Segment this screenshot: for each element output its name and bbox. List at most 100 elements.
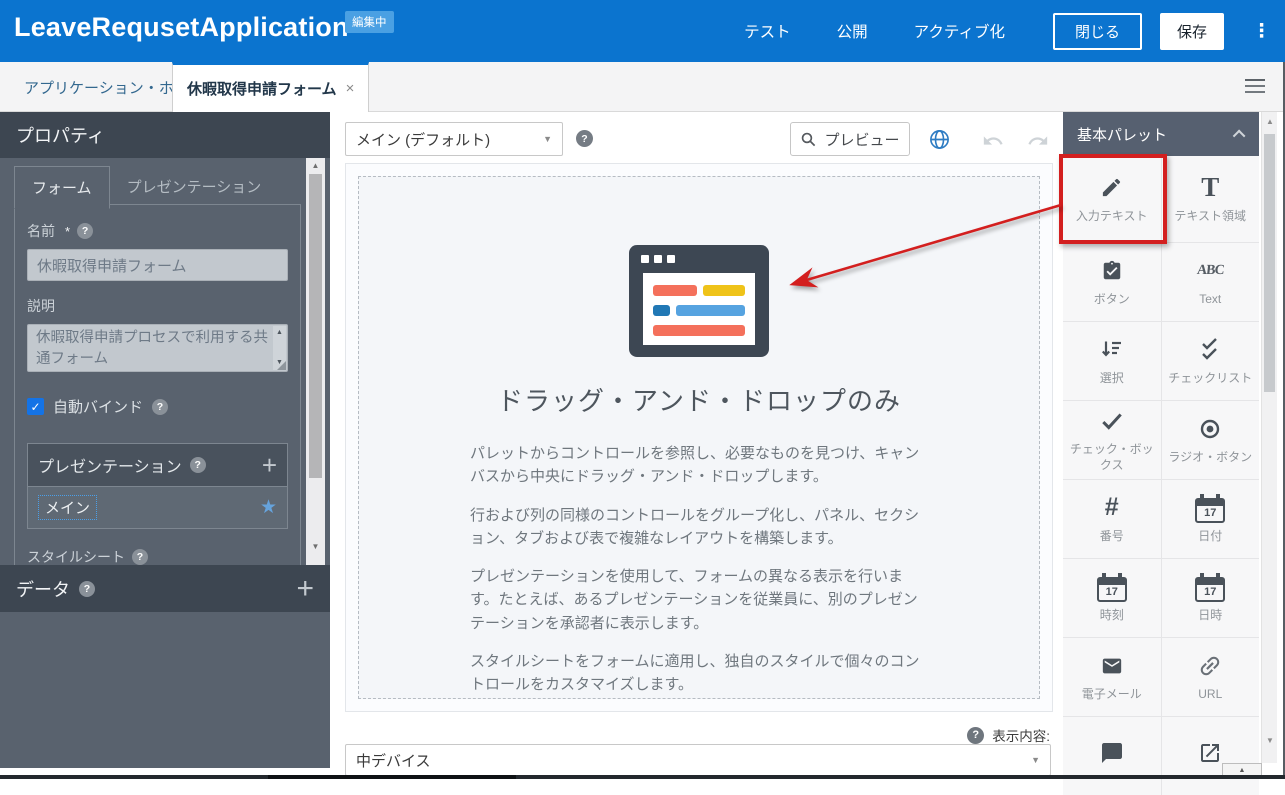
palette-item-input-text[interactable]: 入力テキスト <box>1063 156 1161 242</box>
empty-state-paragraph: 行および列の同様のコントロールをグループ化し、パネル、セクション、タブおよび表で… <box>470 504 928 551</box>
url-icon <box>1197 652 1223 680</box>
presentation-section-title: プレゼンテーション <box>38 453 182 477</box>
tab-label: 休暇取得申請フォーム <box>187 78 337 99</box>
palette-item-label: ボタン <box>1090 292 1134 308</box>
browser-window-icon <box>629 245 769 357</box>
props-tab-presentation[interactable]: プレゼンテーション <box>110 166 279 208</box>
props-tab-form[interactable]: フォーム <box>14 166 110 209</box>
palette-item-label: Text <box>1195 292 1225 308</box>
data-section-body <box>0 612 330 768</box>
palette-item-datetime[interactable]: 17 日時 <box>1162 559 1260 637</box>
checkbox-check-icon <box>1099 407 1125 435</box>
palette-item-checklist[interactable]: チェックリスト <box>1162 322 1260 400</box>
calendar-icon: 17 <box>1097 577 1127 602</box>
palette-item-checkbox[interactable]: チェック・ボックス <box>1063 401 1161 479</box>
scroll-down-icon[interactable]: ▼ <box>306 542 325 551</box>
palette-scrollbar[interactable]: ▲ ▼ <box>1261 112 1277 763</box>
empty-state-heading: ドラッグ・アンド・ドロップのみ <box>359 381 1039 418</box>
help-icon[interactable]: ? <box>190 457 206 473</box>
tab-menu-icon[interactable] <box>1245 79 1265 97</box>
add-presentation-button[interactable]: + <box>262 455 277 476</box>
presentation-section: プレゼンテーション ? + メイン ★ <box>27 443 288 529</box>
empty-state-text: パレットからコントロールを参照し、必要なものを見つけ、キャンバスから中央にドラッ… <box>470 442 928 696</box>
palette-item-select[interactable]: 選択 <box>1063 322 1161 400</box>
help-icon[interactable]: ? <box>77 223 93 239</box>
chevron-down-icon: ▼ <box>543 134 552 144</box>
empty-state-paragraph: プレゼンテーションを使用して、フォームの異なる表示を行います。たとえば、あるプレ… <box>470 565 928 635</box>
stylesheet-label: スタイルシート <box>27 547 125 565</box>
redo-icon[interactable] <box>1027 130 1049 152</box>
arrow-up-icon: ▲ <box>1239 767 1246 774</box>
collapse-chevron-icon[interactable] <box>1233 129 1246 142</box>
chevron-down-icon: ▼ <box>1031 755 1040 765</box>
empty-state-paragraph: スタイルシートをフォームに適用し、独自のスタイルで個々のコントロールをカスタマイ… <box>470 650 928 697</box>
palette-item-number[interactable]: # 番号 <box>1063 480 1161 558</box>
name-label: 名前 <box>27 221 55 241</box>
description-value: 休暇取得申請プロセスで利用する共通フォーム <box>36 330 268 367</box>
description-textarea[interactable]: 休暇取得申請プロセスで利用する共通フォーム ▲ ▼ <box>27 324 288 372</box>
help-icon[interactable]: ? <box>132 549 148 565</box>
presentation-list-item[interactable]: メイン ★ <box>28 487 287 528</box>
properties-panel-header: プロパティ <box>0 112 330 158</box>
palette-item-email[interactable]: 電子メール <box>1063 638 1161 716</box>
save-button[interactable]: 保存 <box>1160 13 1224 50</box>
nav-publish[interactable]: 公開 <box>837 20 868 42</box>
form-name-input[interactable] <box>27 249 288 281</box>
horizontal-scrollbar-thumb[interactable] <box>268 775 516 779</box>
presentation-select[interactable]: メイン (デフォルト) ▼ <box>345 122 563 156</box>
help-icon[interactable]: ? <box>152 399 168 415</box>
scroll-down-icon[interactable]: ▼ <box>1262 736 1278 745</box>
scrollbar-thumb[interactable] <box>309 174 322 478</box>
tab-leave-request-form[interactable]: 休暇取得申請フォーム × <box>172 62 369 112</box>
properties-scrollbar[interactable]: ▲ ▼ <box>306 158 325 565</box>
tab-close-icon[interactable]: × <box>346 80 355 97</box>
help-icon[interactable]: ? <box>576 130 593 147</box>
palette-item-external-link[interactable] <box>1162 717 1260 795</box>
palette-item-text-area[interactable]: T テキスト領域 <box>1162 156 1260 242</box>
search-icon <box>800 131 817 148</box>
palette-item-label: 日付 <box>1194 529 1226 545</box>
resize-handle-icon[interactable] <box>277 361 286 370</box>
globe-icon[interactable] <box>928 128 951 151</box>
email-icon <box>1099 652 1125 680</box>
palette-item-button[interactable]: ボタン <box>1063 243 1161 321</box>
device-select[interactable]: 中デバイス ▼ <box>345 744 1051 776</box>
palette-item-comment[interactable] <box>1063 717 1161 795</box>
horizontal-scrollbar[interactable] <box>0 775 1285 779</box>
scroll-up-icon[interactable]: ▲ <box>306 161 325 170</box>
button-icon <box>1101 257 1123 285</box>
text-icon: ABC <box>1195 257 1225 285</box>
nav-activate[interactable]: アクティブ化 <box>914 20 1005 42</box>
palette-item-url[interactable]: URL <box>1162 638 1260 716</box>
kebab-menu-icon[interactable]: ⋮ <box>1252 22 1271 41</box>
default-star-icon[interactable]: ★ <box>260 496 277 519</box>
scrollbar-thumb[interactable] <box>1264 134 1275 392</box>
number-icon: # <box>1105 494 1119 522</box>
scroll-up-icon[interactable]: ▲ <box>276 328 283 338</box>
description-label: 説明 <box>27 296 55 316</box>
app-header: LeaveRequsetApplication 編集中 テスト 公開 アクティブ… <box>0 0 1285 62</box>
palette-item-label: 日時 <box>1194 608 1226 624</box>
radio-button-icon <box>1198 415 1222 443</box>
palette-item-text[interactable]: ABC Text <box>1162 243 1260 321</box>
presentation-item-name[interactable]: メイン <box>38 495 97 520</box>
palette-item-label: テキスト領域 <box>1170 209 1250 225</box>
help-icon[interactable]: ? <box>79 581 95 597</box>
display-content-label: 表示内容: <box>992 725 1050 745</box>
palette-item-radio-button[interactable]: ラジオ・ボタン <box>1162 401 1260 479</box>
help-icon[interactable]: ? <box>967 727 984 744</box>
palette-item-time[interactable]: 17 時刻 <box>1063 559 1161 637</box>
text-area-icon: T <box>1201 174 1219 202</box>
palette-item-date[interactable]: 17 日付 <box>1162 480 1260 558</box>
autobind-checkbox[interactable]: ✓ <box>27 398 44 415</box>
close-button[interactable]: 閉じる <box>1053 13 1142 50</box>
preview-button[interactable]: プレビュー <box>790 122 910 156</box>
drop-zone[interactable]: ドラッグ・アンド・ドロップのみ パレットからコントロールを参照し、必要なものを見… <box>358 176 1040 699</box>
undo-icon[interactable] <box>982 130 1004 152</box>
nav-test[interactable]: テスト <box>744 20 791 42</box>
add-data-button[interactable]: + <box>296 577 314 601</box>
canvas-panel: ドラッグ・アンド・ドロップのみ パレットからコントロールを参照し、必要なものを見… <box>345 163 1053 712</box>
properties-panel-body: フォーム プレゼンテーション 名前* ? 説明 休暇取得申請プロセスで利用する共… <box>0 158 330 565</box>
scroll-up-icon[interactable]: ▲ <box>1262 117 1278 126</box>
calendar-icon: 17 <box>1195 577 1225 602</box>
